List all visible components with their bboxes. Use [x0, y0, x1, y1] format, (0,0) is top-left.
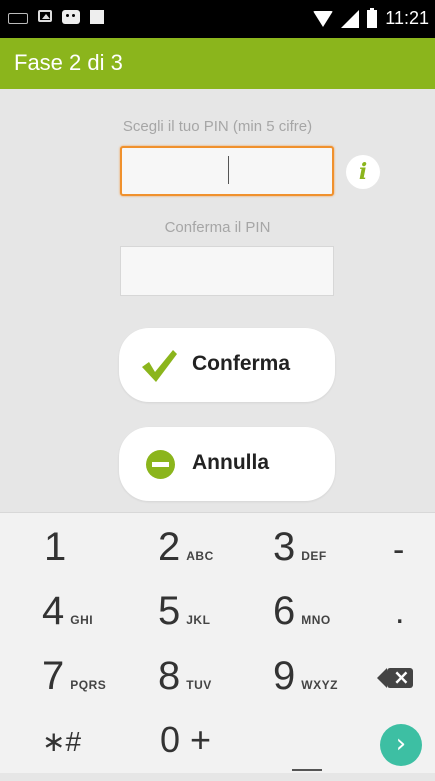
confirm-pin-label: Conferma il PIN — [164, 219, 271, 236]
battery-icon — [367, 7, 378, 28]
text-caret — [228, 156, 229, 184]
checkmark-icon — [142, 350, 177, 382]
status-bar: 11:21 — [0, 0, 435, 38]
confirm-pin-input[interactable] — [120, 246, 334, 296]
backspace-icon[interactable] — [377, 665, 413, 689]
square-icon — [90, 10, 104, 24]
key-6[interactable]: 6 MNO — [273, 589, 331, 645]
confirm-button-label: Conferma — [192, 352, 291, 375]
key-1[interactable]: 1 — [44, 525, 66, 581]
chat-icon — [62, 10, 80, 24]
key-0-plus[interactable]: 0 + — [160, 719, 211, 775]
next-button[interactable]: › — [380, 724, 422, 766]
page-title: Fase 2 di 3 — [14, 50, 123, 75]
status-time: 11:21 — [385, 8, 429, 28]
key-4[interactable]: 4 GHI — [42, 589, 93, 645]
confirm-button[interactable]: Conferma — [119, 328, 335, 402]
app-bar: Fase 2 di 3 — [0, 38, 435, 89]
key-dot[interactable]: . — [395, 593, 404, 649]
cancel-button-label: Annulla — [192, 451, 269, 474]
key-3[interactable]: 3 DEF — [273, 525, 327, 581]
key-7[interactable]: 7 PQRS — [42, 654, 106, 710]
pin-input[interactable] — [120, 146, 334, 196]
cancel-button[interactable]: Annulla — [119, 427, 335, 501]
key-5[interactable]: 5 JKL — [158, 589, 210, 645]
minus-circle-icon — [146, 450, 175, 479]
key-dash[interactable]: - — [393, 531, 404, 587]
key-2[interactable]: 2 ABC — [158, 525, 214, 581]
info-icon[interactable]: i — [346, 155, 380, 189]
pin-label: Scegli il tuo PIN (min 5 cifre) — [122, 118, 313, 135]
keyboard-icon — [8, 13, 28, 24]
wifi-icon — [313, 10, 334, 27]
signal-icon — [341, 9, 360, 28]
space-key[interactable] — [292, 769, 322, 771]
key-8[interactable]: 8 TUV — [158, 654, 212, 710]
key-9[interactable]: 9 WXYZ — [273, 654, 338, 710]
numeric-keypad: 1 2 ABC 3 DEF - 4 GHI 5 JKL 6 MNO . 7 PQRS 8 TU… — [0, 512, 435, 773]
image-icon — [38, 10, 52, 22]
